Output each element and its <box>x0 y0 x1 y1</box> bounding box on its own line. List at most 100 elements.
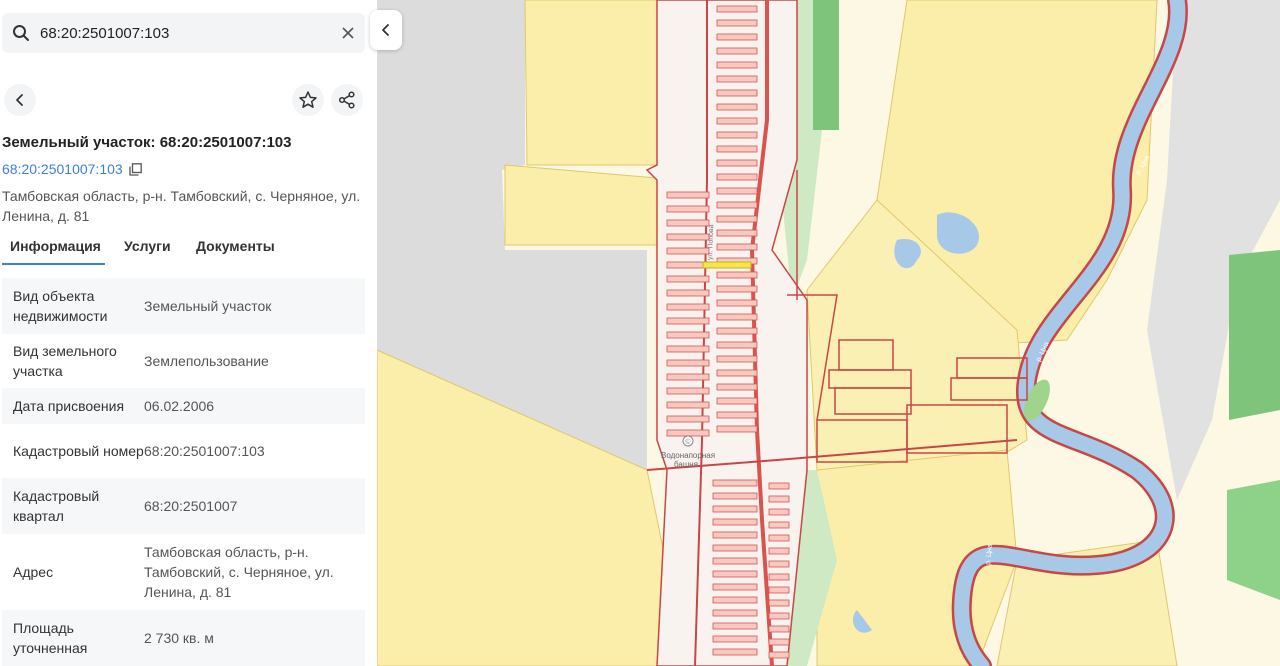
parcel[interactable] <box>716 355 758 363</box>
parcel[interactable] <box>768 495 790 503</box>
search-input[interactable] <box>40 21 330 45</box>
parcel[interactable] <box>666 289 710 297</box>
parcel[interactable] <box>712 596 758 604</box>
info-row: Кадастровый номер 68:20:2501007:103 <box>2 424 365 478</box>
parcel[interactable] <box>666 317 710 325</box>
parcel[interactable] <box>716 383 758 391</box>
parcel[interactable] <box>768 482 790 490</box>
parcel[interactable] <box>716 201 758 209</box>
parcel[interactable] <box>716 33 758 41</box>
map-canvas[interactable]: © Водонапорная башня ул. Попова р. Цна р… <box>377 0 1280 666</box>
cadastral-number-link[interactable]: 68:20:2501007:103 <box>2 161 142 177</box>
parcel[interactable] <box>768 586 790 594</box>
field-west <box>504 164 658 246</box>
parcel[interactable] <box>712 544 758 552</box>
parcel[interactable] <box>768 612 790 620</box>
parcel[interactable] <box>768 651 790 659</box>
parcel[interactable] <box>712 648 758 656</box>
parcel[interactable] <box>712 557 758 565</box>
collapse-panel-button[interactable] <box>370 10 402 50</box>
parcel[interactable] <box>768 625 790 633</box>
parcel[interactable] <box>768 534 790 542</box>
parcel[interactable] <box>666 415 710 423</box>
sidebar: Земельный участок: 68:20:2501007:103 68:… <box>0 0 377 666</box>
parcel[interactable] <box>768 547 790 555</box>
parcel[interactable] <box>716 397 758 405</box>
parcel[interactable] <box>768 560 790 568</box>
info-key: Кадастровый квартал <box>13 488 100 524</box>
parcel[interactable] <box>712 570 758 578</box>
parcel[interactable] <box>716 5 758 13</box>
forest-north <box>813 0 839 130</box>
tab-services[interactable]: Услуги <box>124 238 171 254</box>
parcel[interactable] <box>716 313 758 321</box>
parcel[interactable] <box>716 103 758 111</box>
parcel[interactable] <box>768 599 790 607</box>
info-value: Тамбовская область, р-н. Тамбовский, с. … <box>144 544 334 600</box>
parcel[interactable] <box>666 359 710 367</box>
parcel[interactable] <box>666 247 710 255</box>
parcel[interactable] <box>666 387 710 395</box>
parcel[interactable] <box>716 61 758 69</box>
copy-icon[interactable] <box>129 162 142 176</box>
parcel[interactable] <box>716 327 758 335</box>
parcel[interactable] <box>712 609 758 617</box>
share-icon <box>338 91 355 109</box>
map-view[interactable]: © Водонапорная башня ул. Попова р. Цна р… <box>377 0 1280 666</box>
info-value: 68:20:2501007 <box>144 498 238 514</box>
close-icon[interactable] <box>339 24 357 42</box>
parcel[interactable] <box>716 117 758 125</box>
parcel[interactable] <box>666 345 710 353</box>
parcel[interactable] <box>712 635 758 643</box>
parcel[interactable] <box>716 271 758 279</box>
parcel[interactable] <box>712 492 758 500</box>
parcel[interactable] <box>716 173 758 181</box>
parcel[interactable] <box>716 425 758 433</box>
parcel[interactable] <box>716 369 758 377</box>
parcel[interactable] <box>716 47 758 55</box>
parcel[interactable] <box>716 341 758 349</box>
parcel[interactable] <box>768 508 790 516</box>
parcel[interactable] <box>666 275 710 283</box>
parcel[interactable] <box>716 145 758 153</box>
parcel[interactable] <box>716 131 758 139</box>
parcel[interactable] <box>768 573 790 581</box>
street-label: ул. Попова <box>707 224 715 260</box>
favorite-button[interactable] <box>292 84 324 116</box>
parcel[interactable] <box>666 233 710 241</box>
parcel[interactable] <box>716 243 758 251</box>
parcel[interactable] <box>666 303 710 311</box>
tab-information[interactable]: Информация <box>10 238 101 254</box>
cadastral-number-text[interactable]: 68:20:2501007:103 <box>2 161 123 177</box>
parcel[interactable] <box>716 187 758 195</box>
info-key: Площадь уточненная <box>13 620 88 656</box>
tab-documents[interactable]: Документы <box>196 238 275 254</box>
parcel[interactable] <box>716 229 758 237</box>
parcel[interactable] <box>716 299 758 307</box>
parcel[interactable] <box>768 638 790 646</box>
back-button[interactable] <box>4 84 36 116</box>
parcel[interactable] <box>666 429 710 437</box>
parcel[interactable] <box>716 19 758 27</box>
parcel[interactable] <box>768 521 790 529</box>
parcel[interactable] <box>712 622 758 630</box>
parcel-address: Тамбовская область, р-н. Тамбовский, с. … <box>2 188 361 224</box>
parcel[interactable] <box>712 505 758 513</box>
parcel[interactable] <box>666 373 710 381</box>
parcel[interactable] <box>712 479 758 487</box>
parcel[interactable] <box>666 331 710 339</box>
parcel[interactable] <box>666 205 710 213</box>
parcel[interactable] <box>666 401 710 409</box>
parcel[interactable] <box>712 531 758 539</box>
parcel[interactable] <box>716 215 758 223</box>
parcel[interactable] <box>666 191 710 199</box>
parcel[interactable] <box>716 159 758 167</box>
parcel[interactable] <box>716 285 758 293</box>
parcel[interactable] <box>712 583 758 591</box>
parcel[interactable] <box>716 75 758 83</box>
parcel[interactable] <box>666 219 710 227</box>
parcel[interactable] <box>716 89 758 97</box>
parcel[interactable] <box>712 518 758 526</box>
parcel[interactable] <box>716 411 758 419</box>
share-button[interactable] <box>331 84 363 116</box>
